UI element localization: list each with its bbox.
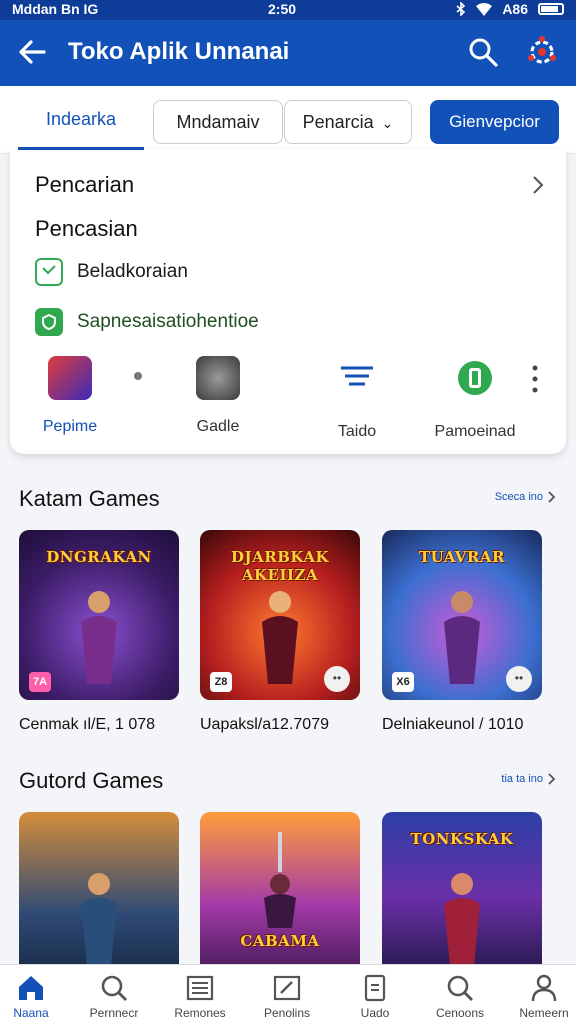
- hero-figure-icon: [264, 832, 296, 928]
- settings-gear-icon[interactable]: [524, 34, 560, 70]
- bottom-navigation: Naana Pernnecr Remones Penolins Uado Cen…: [0, 964, 576, 1024]
- wifi-icon: [476, 2, 493, 16]
- more-options-icon[interactable]: ••: [506, 666, 532, 692]
- category-label: Pepime: [42, 418, 98, 435]
- see-all-link[interactable]: tia ta ino: [501, 772, 556, 786]
- chevron-right-icon: [548, 773, 556, 785]
- game-card[interactable]: [19, 812, 179, 982]
- game-card[interactable]: CABAMA: [200, 812, 360, 982]
- signal-text: A86: [502, 1, 528, 17]
- tab-row: Indearka Mndamaiv Penarcia ⌄ Gienvepcior: [0, 86, 576, 154]
- nav-document[interactable]: Uado: [334, 973, 416, 1020]
- section-title: Katam Games: [19, 486, 160, 511]
- game-art-title: TUAVRAR: [418, 548, 506, 566]
- carrier-text: Mddan Bn IG: [12, 1, 99, 17]
- category-recommended[interactable]: Pamoeinad: [415, 356, 535, 441]
- primary-action-button[interactable]: Gienvepcior: [430, 100, 559, 144]
- clock: 2:50: [268, 1, 297, 17]
- section-title: Gutord Games: [19, 768, 164, 793]
- see-all-label: Sceca ino: [494, 491, 543, 503]
- nav-label: Remones: [174, 1006, 226, 1020]
- nav-profile[interactable]: Nemeern: [503, 973, 576, 1020]
- menu-item-messages-label: Beladkoraian: [77, 261, 188, 282]
- filter-chip[interactable]: Mndamaiv: [153, 100, 283, 144]
- app-bar: Toko Aplik Unnanai: [0, 20, 576, 86]
- tab-active[interactable]: Indearka: [18, 100, 144, 138]
- chevron-right-icon[interactable]: [530, 174, 546, 196]
- shield-icon: [35, 308, 63, 336]
- search-icon: [101, 975, 127, 1001]
- hero-figure-icon: [444, 873, 480, 966]
- dropdown-chip-label: Penarcia: [302, 112, 374, 132]
- list-icon: [341, 366, 373, 386]
- game-card[interactable]: TUAVRAR X6 ••: [382, 530, 542, 700]
- category-label: Gadle: [196, 418, 240, 435]
- hero-figure-icon: [444, 591, 480, 684]
- see-all-link[interactable]: Sceca ino: [495, 490, 556, 504]
- game-art-title: DJARBKAK AKEIIZA: [231, 548, 329, 584]
- nav-label: Uado: [360, 1006, 390, 1020]
- menu-item-security[interactable]: Sapnesaisatiohentioe: [35, 308, 259, 336]
- hero-figure-icon: [262, 591, 298, 684]
- category-label: Pamoeinad: [434, 423, 516, 440]
- chevron-down-icon: ⌄: [381, 115, 394, 131]
- hero-figure-icon: [81, 591, 117, 684]
- battery-icon: [538, 3, 564, 15]
- category-games[interactable]: Gadle: [158, 356, 278, 436]
- game-label[interactable]: Cenmak ıl/E, 1 078: [19, 716, 155, 734]
- bluetooth-icon: [456, 2, 466, 16]
- see-all-label: tia ta ino: [501, 773, 543, 785]
- newspaper-icon: [186, 975, 214, 1001]
- nav-label: Pernnecr: [89, 1006, 139, 1020]
- game-art-title: DNGRAKAN: [46, 548, 152, 566]
- dropdown-chip[interactable]: Penarcia ⌄: [284, 100, 412, 144]
- category-list[interactable]: Taido: [297, 356, 417, 441]
- game-card[interactable]: DNGRAKAN 7A: [19, 530, 179, 700]
- category-games-image: [196, 356, 240, 400]
- search-icon: [447, 975, 473, 1001]
- category-popular[interactable]: Pepime: [10, 356, 130, 436]
- home-icon: [19, 976, 43, 1000]
- chat-icon: [35, 258, 63, 286]
- age-badge: X6: [392, 672, 414, 692]
- age-badge: 7A: [29, 672, 51, 692]
- nav-news[interactable]: Remones: [159, 973, 241, 1020]
- game-card[interactable]: TONKSKAK: [382, 812, 542, 982]
- person-icon: [531, 974, 557, 1002]
- nav-search[interactable]: Pernnecr: [73, 973, 155, 1020]
- document-icon: [364, 974, 386, 1002]
- nav-explore[interactable]: Cenoons: [419, 973, 501, 1020]
- green-badge-icon: [458, 361, 492, 395]
- game-art-title: CABAMA: [240, 932, 320, 950]
- nav-home[interactable]: Naana: [0, 973, 72, 1020]
- back-arrow-icon[interactable]: [16, 34, 50, 70]
- edit-icon: [273, 975, 301, 1001]
- menu-card: Pencarian Pencasian Beladkoraian Sapnesa…: [10, 150, 566, 454]
- status-bar: Mddan Bn IG 2:50 A86: [0, 0, 576, 20]
- more-options-icon[interactable]: ••: [324, 666, 350, 692]
- chevron-right-icon: [548, 491, 556, 503]
- page-title: Toko Aplik Unnanai: [68, 38, 290, 65]
- more-vert-icon[interactable]: [532, 364, 538, 394]
- menu-item-search-2[interactable]: Pencasian: [35, 216, 138, 242]
- age-badge: Z8: [210, 672, 232, 692]
- category-popular-image: [48, 356, 92, 400]
- game-label[interactable]: Delniakeunol / 1010: [382, 716, 523, 734]
- status-icons: A86: [456, 1, 564, 17]
- nav-label: Cenoons: [435, 1006, 485, 1020]
- hero-figure-icon: [81, 873, 117, 966]
- game-card[interactable]: DJARBKAK AKEIIZA Z8 ••: [200, 530, 360, 700]
- menu-item-messages[interactable]: Beladkoraian: [35, 258, 188, 286]
- search-icon[interactable]: [466, 35, 500, 69]
- dot-separator: [134, 372, 142, 380]
- nav-label: Naana: [13, 1006, 49, 1020]
- nav-edit[interactable]: Penolins: [246, 973, 328, 1020]
- nav-label: Penolins: [263, 1006, 311, 1020]
- game-label[interactable]: Uapaksl/a12.7079: [200, 716, 329, 734]
- menu-item-security-label: Sapnesaisatiohentioe: [77, 311, 259, 332]
- category-label: Taido: [337, 423, 377, 440]
- nav-label: Nemeern: [519, 1006, 569, 1020]
- game-art-title: TONKSKAK: [410, 830, 514, 848]
- menu-item-search[interactable]: Pencarian: [35, 172, 134, 198]
